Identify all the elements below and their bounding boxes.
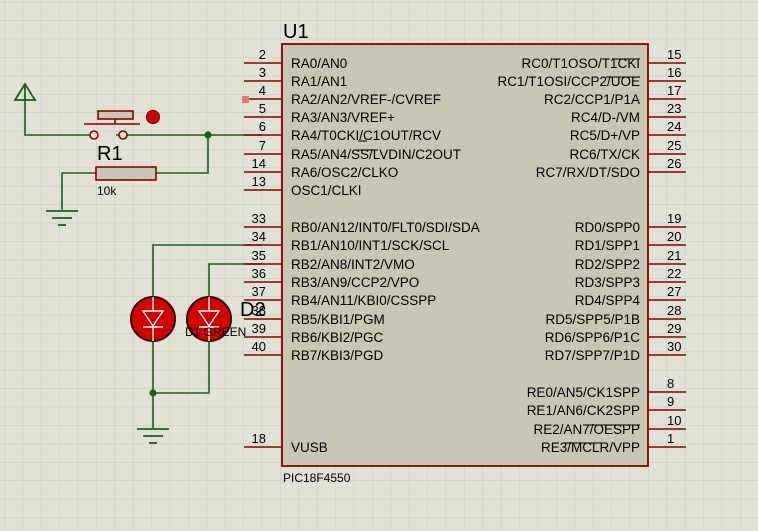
pin-number: 16 bbox=[667, 65, 681, 80]
junction-dot bbox=[204, 131, 212, 139]
pin-label: RB0/AN12/INT0/FLT0/SDI/SDA bbox=[291, 220, 480, 235]
pin-label: RB1/AN10/INT1/SCK/SCL bbox=[291, 238, 450, 253]
pin-number: 13 bbox=[252, 174, 266, 189]
pin-label: RB4/AN11/KBI0/CSSPP bbox=[291, 293, 436, 308]
led-d1[interactable] bbox=[130, 296, 176, 342]
pin-label: RA1/AN1 bbox=[291, 74, 347, 89]
junction-dot bbox=[149, 389, 157, 397]
pin-label: RD4/SPP4 bbox=[575, 293, 641, 308]
pin-label: RB5/KBI1/PGM bbox=[291, 312, 385, 327]
pin-label: OSC1/CLKI bbox=[291, 183, 362, 198]
schematic-canvas: R1 10k D2 D1 GREEN U1 PIC18F4550 2RA0/AN… bbox=[0, 0, 758, 531]
pin-number: 14 bbox=[252, 156, 266, 171]
pin-number: 15 bbox=[667, 47, 681, 62]
pin-number: 28 bbox=[667, 303, 681, 318]
pin-label: RE1/AN6/CK2SPP bbox=[527, 403, 640, 418]
pin-number: 6 bbox=[259, 119, 266, 134]
pin-number: 24 bbox=[667, 119, 681, 134]
pin-label: RA4/T0CKI/C1OUT/RCV bbox=[291, 128, 441, 143]
pin-label: RD2/SPP2 bbox=[575, 257, 640, 272]
pin-number: 37 bbox=[252, 284, 266, 299]
pin-number: 30 bbox=[667, 339, 681, 354]
pin-number: 19 bbox=[667, 211, 681, 226]
pin-number: 22 bbox=[667, 266, 681, 281]
pin-number: 23 bbox=[667, 101, 681, 116]
resistor-value: 10k bbox=[97, 184, 117, 198]
pin-label: RD6/SPP6/P1C bbox=[545, 330, 641, 345]
pin-label: RA0/AN0 bbox=[291, 56, 347, 71]
pin-number: 10 bbox=[667, 413, 681, 428]
pin-label: VUSB bbox=[291, 440, 328, 455]
pin-label: RC7/RX/DT/SDO bbox=[536, 165, 640, 180]
pin-label: RC4/D-/VM bbox=[571, 110, 640, 125]
led-overlap-label: D1 GREEN bbox=[185, 325, 246, 339]
pin-label: RD3/SPP3 bbox=[575, 275, 640, 290]
pin-label: RC6/TX/CK bbox=[569, 147, 640, 162]
pin-label: RB6/KBI2/PGC bbox=[291, 330, 384, 345]
pin-number: 2 bbox=[259, 47, 266, 62]
pin-number: 8 bbox=[667, 376, 674, 391]
pin-number: 3 bbox=[259, 65, 266, 80]
pin-number: 33 bbox=[252, 211, 266, 226]
chip-part-name: PIC18F4550 bbox=[283, 471, 351, 485]
pin-label: RB3/AN9/CCP2/VPO bbox=[291, 275, 419, 290]
pin-number: 17 bbox=[667, 83, 681, 98]
pin-label: RD0/SPP0 bbox=[575, 220, 640, 235]
pin-number: 36 bbox=[252, 266, 266, 281]
pin-label: RA6/OSC2/CLKO bbox=[291, 165, 398, 180]
pin-number: 34 bbox=[252, 229, 266, 244]
pin-label: RA3/AN3/VREF+ bbox=[291, 110, 395, 125]
pin-number: 27 bbox=[667, 284, 681, 299]
pin-label: RC1/T1OSI/CCP2/UOE bbox=[497, 74, 640, 89]
pin-label: RE3/MCLR/VPP bbox=[541, 440, 640, 455]
pin-label: RC2/CCP1/P1A bbox=[544, 92, 640, 107]
pin-number: 39 bbox=[252, 321, 266, 336]
pin-number: 21 bbox=[667, 248, 681, 263]
pin-number: 38 bbox=[252, 303, 266, 318]
resistor-ref: R1 bbox=[97, 143, 123, 165]
pin-number: 26 bbox=[667, 156, 681, 171]
pin-number: 5 bbox=[259, 101, 266, 116]
pin-label: RA2/AN2/VREF-/CVREF bbox=[291, 92, 441, 107]
pin-number: 20 bbox=[667, 229, 681, 244]
chip-ref: U1 bbox=[283, 21, 309, 43]
pin-label: RE0/AN5/CK1SPP bbox=[527, 385, 640, 400]
pin-number: 1 bbox=[667, 431, 674, 446]
pin-label: RC5/D+/VP bbox=[570, 128, 640, 143]
pin-number: 29 bbox=[667, 321, 681, 336]
pin-number: 7 bbox=[259, 138, 266, 153]
pin-label: RB2/AN8/INT2/VMO bbox=[291, 257, 415, 272]
pin-label: RB7/KBI3/PGD bbox=[291, 348, 384, 363]
pin-label: RA5/AN4/SS/LVDIN/C2OUT bbox=[291, 147, 461, 162]
pin-number: 18 bbox=[252, 431, 266, 446]
pin-label: RE2/AN7/OESPP bbox=[533, 422, 640, 437]
pin-label: RD1/SPP1 bbox=[575, 238, 640, 253]
pin-label: RD7/SPP7/P1D bbox=[545, 348, 641, 363]
probe-marker bbox=[242, 96, 249, 103]
pin-number: 4 bbox=[259, 83, 266, 98]
pin-number: 25 bbox=[667, 138, 681, 153]
pin-number: 35 bbox=[252, 248, 266, 263]
pin-number: 40 bbox=[252, 339, 266, 354]
pin-number: 9 bbox=[667, 394, 674, 409]
pin-label: RD5/SPP5/P1B bbox=[545, 312, 640, 327]
pin-label: RC0/T1OSO/T1CKI bbox=[521, 56, 640, 71]
